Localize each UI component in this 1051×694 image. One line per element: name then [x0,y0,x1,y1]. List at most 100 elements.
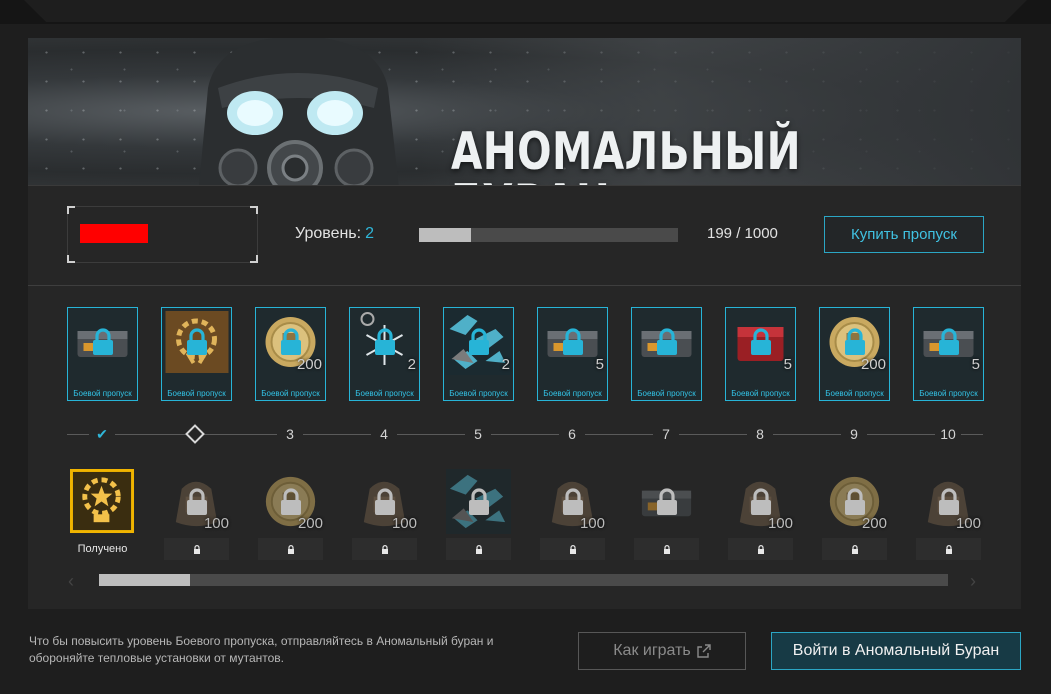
level-number: 10 [935,424,961,444]
small-lock-icon [851,544,858,554]
banner-title: АНОМАЛЬНЫЙ БУРАН [451,122,801,185]
free-reward-card[interactable] [634,469,699,534]
free-reward-card[interactable] [446,469,511,534]
scroll-left-icon[interactable]: ‹ [68,572,74,590]
enter-event-button[interactable]: Войти в Аномальный Буран [771,632,1021,670]
level-number: 7 [653,424,679,444]
locked-status [916,538,981,560]
level-number: 6 [559,424,585,444]
reward-quantity: 100 [767,515,793,532]
divider [28,185,1021,186]
premium-reward-card[interactable]: 5 Боевой пропуск [913,307,984,401]
lock-icon [939,488,959,515]
locked-status [352,538,417,560]
xp-text: 199 / 1000 [707,225,778,242]
free-reward-card[interactable]: 100 [164,469,229,534]
footer-hint: Что бы повысить уровень Боевого пропуска… [29,634,494,665]
small-lock-icon [287,544,294,554]
premium-reward-card[interactable]: Боевой пропуск [161,307,232,401]
premium-reward-card[interactable]: 200 Боевой пропуск [255,307,326,401]
reward-caption: Боевой пропуск [167,389,226,398]
scrollbar-thumb[interactable] [99,574,190,586]
xp-progress-bar [419,228,678,242]
level-number: 5 [465,424,491,444]
reward-quantity: 200 [861,515,887,532]
reward-quantity: 100 [391,515,417,532]
free-reward-card[interactable]: 100 [728,469,793,534]
small-lock-icon [193,544,200,554]
locked-status [164,538,229,560]
received-status: Получено [77,543,128,555]
reward-caption: Боевой пропуск [919,389,978,398]
reward-quantity: 200 [296,356,322,373]
player-nameplate [67,206,258,263]
small-lock-icon [569,544,576,554]
small-lock-icon [663,544,670,554]
lock-icon [845,488,865,515]
lock-icon [375,328,395,355]
reward-caption: Боевой пропуск [825,389,884,398]
reward-quantity: 200 [860,356,886,373]
lock-icon [657,328,677,355]
level-value: 2 [365,225,374,242]
premium-reward-card[interactable]: 5 Боевой пропуск [725,307,796,401]
premium-reward-card[interactable]: Боевой пропуск [67,307,138,401]
free-reward-card[interactable]: 200 [822,469,887,534]
reward-caption: Боевой пропуск [261,389,320,398]
premium-reward-card[interactable]: 2 Боевой пропуск [349,307,420,401]
locked-status [540,538,605,560]
small-lock-icon [945,544,952,554]
reward-quantity: 2 [407,356,416,373]
free-reward-card[interactable] [70,469,135,534]
free-reward-card[interactable]: 100 [352,469,417,534]
lock-icon [93,328,113,355]
how-to-play-button[interactable]: Как играть [578,632,746,670]
level-number: 4 [371,424,397,444]
premium-reward-card[interactable]: 5 Боевой пропуск [537,307,608,401]
level-number: 8 [747,424,773,444]
reward-quantity: 5 [595,356,604,373]
small-lock-icon [381,544,388,554]
event-banner: АНОМАЛЬНЫЙ БУРАН [28,38,1021,185]
reward-quantity: 5 [971,356,980,373]
locked-status [258,538,323,560]
reward-caption: Боевой пропуск [637,389,696,398]
buy-pass-button[interactable]: Купить пропуск [824,216,984,253]
reward-quantity: 100 [579,515,605,532]
divider [28,285,1021,286]
lock-icon [375,488,395,515]
gold-badge-icon [70,469,135,534]
reward-quantity: 100 [203,515,229,532]
level-number: 3 [277,424,303,444]
lock-icon [563,328,583,355]
top-frame [0,0,1051,24]
lock-icon [657,488,677,515]
level-completed-check-icon: ✔ [89,424,115,444]
premium-reward-card[interactable]: Боевой пропуск [631,307,702,401]
premium-reward-card[interactable]: 2 Боевой пропуск [443,307,514,401]
scroll-right-icon[interactable]: › [970,572,976,590]
reward-scrollbar[interactable] [99,574,948,586]
free-reward-card[interactable]: 100 [916,469,981,534]
reward-quantity: 5 [783,356,792,373]
free-reward-card[interactable]: 200 [258,469,323,534]
lock-icon [281,328,301,355]
lock-icon [563,488,583,515]
how-to-play-label: Как играть [613,642,691,659]
locked-status [728,538,793,560]
locked-status [634,538,699,560]
reward-caption: Боевой пропуск [73,389,132,398]
premium-reward-card[interactable]: 200 Боевой пропуск [819,307,890,401]
level-indicator: Уровень: 2 [295,225,374,243]
redacted-player-name [80,224,148,243]
lock-icon [469,328,489,355]
reward-quantity: 100 [955,515,981,532]
battle-pass-window: АНОМАЛЬНЫЙ БУРАН Уровень:2 199 / 1000 Ку… [0,0,1051,694]
lock-icon [187,488,207,515]
lock-icon [845,328,865,355]
level-label: Уровень: [295,225,362,242]
free-reward-card[interactable]: 100 [540,469,605,534]
lock-icon [939,328,959,355]
reward-caption: Боевой пропуск [355,389,414,398]
reward-quantity: 2 [501,356,510,373]
